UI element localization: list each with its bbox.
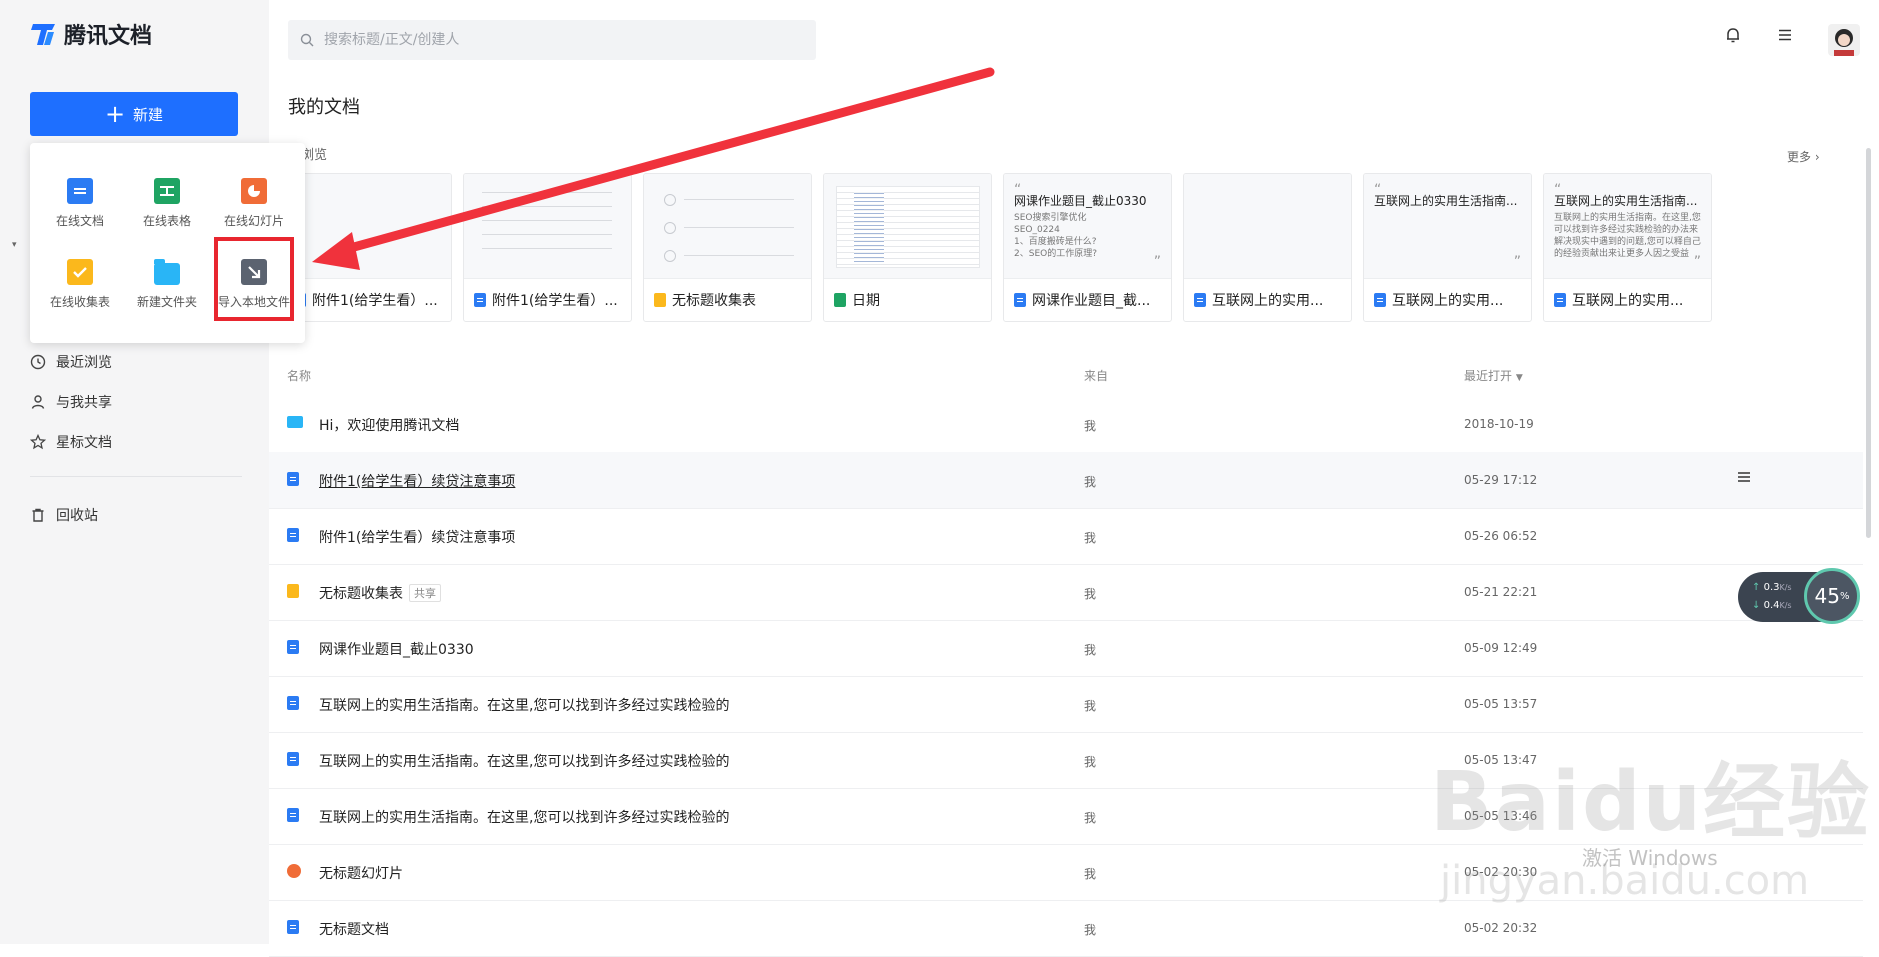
annotation-arrow xyxy=(312,67,995,270)
